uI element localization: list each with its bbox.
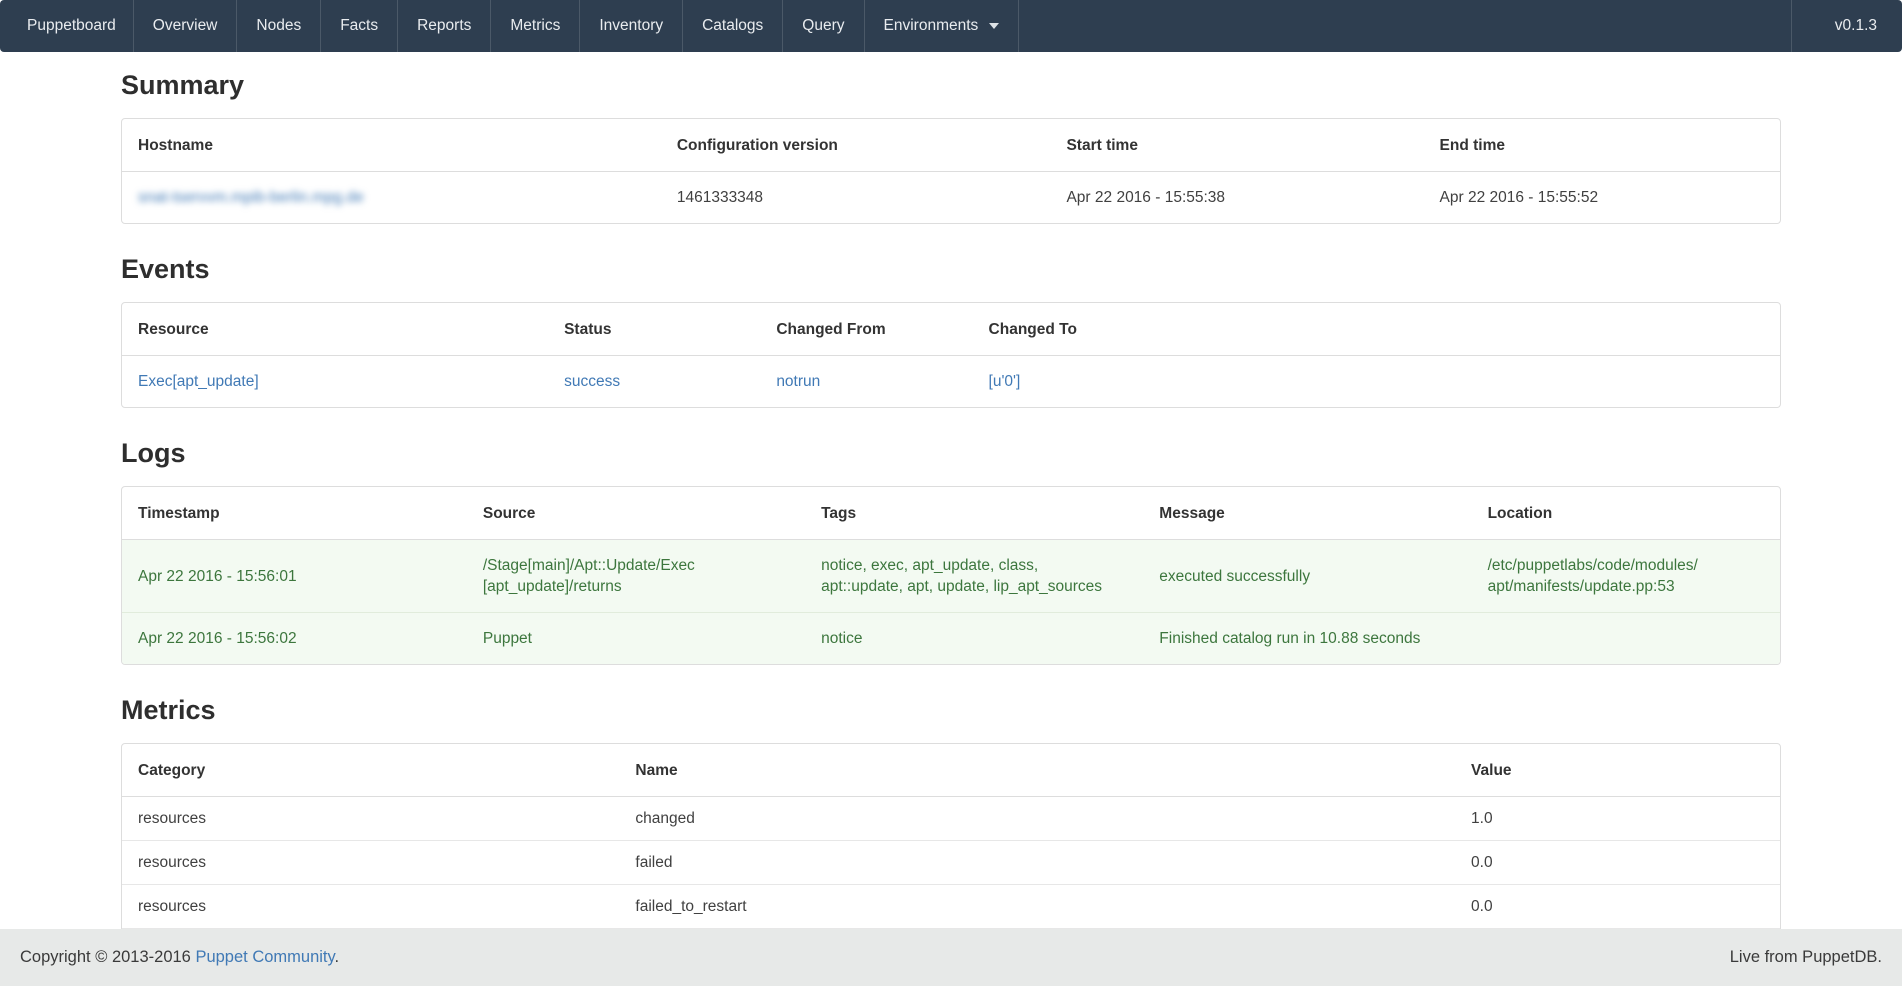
logs-section: Logs Timestamp Source Tags Message Locat…: [121, 437, 1781, 665]
metric-value: 0.0: [1455, 841, 1780, 885]
copyright-suffix: .: [335, 948, 340, 966]
log-timestamp: Apr 22 2016 - 15:56:01: [122, 540, 467, 613]
log-timestamp: Apr 22 2016 - 15:56:02: [122, 613, 467, 665]
log-message: Finished catalog run in 10.88 seconds: [1143, 613, 1471, 665]
metrics-heading: Metrics: [121, 694, 1781, 726]
metric-name: failed_to_restart: [619, 885, 1455, 929]
metric-category: resources: [122, 885, 619, 929]
event-changed-to-link[interactable]: [u'0']: [989, 373, 1021, 390]
summary-section: Summary Hostname Configuration version S…: [121, 69, 1781, 224]
metrics-col-name: Name: [619, 744, 1455, 797]
copyright-text: Copyright © 2013-2016 Puppet Community.: [20, 948, 339, 967]
logs-heading: Logs: [121, 437, 1781, 469]
metrics-col-category: Category: [122, 744, 619, 797]
log-source: Puppet: [467, 613, 805, 665]
metric-value: 0.0: [1455, 885, 1780, 929]
events-col-changed-from: Changed From: [760, 303, 972, 356]
metric-value: 1.0: [1455, 797, 1780, 841]
events-section: Events Resource Status Changed From Chan…: [121, 253, 1781, 408]
summary-col-hostname: Hostname: [122, 119, 661, 172]
metric-row: resources failed 0.0: [122, 841, 1780, 885]
metric-category: resources: [122, 797, 619, 841]
summary-table: Hostname Configuration version Start tim…: [122, 119, 1780, 223]
puppet-community-link[interactable]: Puppet Community: [195, 948, 334, 966]
logs-col-message: Message: [1143, 487, 1471, 540]
metrics-section: Metrics Category Name Value resources ch…: [121, 694, 1781, 943]
metric-name: failed: [619, 841, 1455, 885]
logs-col-source: Source: [467, 487, 805, 540]
start-time-value: Apr 22 2016 - 15:55:38: [1050, 172, 1423, 224]
events-col-status: Status: [548, 303, 760, 356]
metrics-col-value: Value: [1455, 744, 1780, 797]
logs-col-tags: Tags: [805, 487, 1143, 540]
end-time-value: Apr 22 2016 - 15:55:52: [1424, 172, 1780, 224]
config-version-value: 1461333348: [661, 172, 1051, 224]
navbar: Puppetboard Overview Nodes Facts Reports…: [0, 0, 1902, 52]
metric-row: resources failed_to_restart 0.0: [122, 885, 1780, 929]
event-changed-from-link[interactable]: notrun: [776, 373, 820, 390]
logs-col-location: Location: [1472, 487, 1780, 540]
log-row: Apr 22 2016 - 15:56:02 Puppet notice Fin…: [122, 613, 1780, 665]
log-tags: notice, exec, apt_update, class, apt::up…: [821, 555, 1121, 597]
events-col-changed-to: Changed To: [973, 303, 1780, 356]
summary-col-end-time: End time: [1424, 119, 1780, 172]
summary-col-start-time: Start time: [1050, 119, 1423, 172]
nav-item-inventory[interactable]: Inventory: [580, 0, 683, 52]
environments-dropdown[interactable]: Environments: [865, 0, 1020, 52]
summary-col-config-version: Configuration version: [661, 119, 1051, 172]
copyright-prefix: Copyright © 2013-2016: [20, 948, 195, 966]
events-col-resource: Resource: [122, 303, 548, 356]
log-source: /Stage[main]/Apt::Update/Exec[apt_update…: [483, 555, 699, 597]
events-heading: Events: [121, 253, 1781, 285]
nav-item-overview[interactable]: Overview: [134, 0, 238, 52]
nav-item-metrics[interactable]: Metrics: [491, 0, 580, 52]
puppetdb-status-text: Live from PuppetDB.: [1730, 948, 1882, 967]
log-message: executed successfully: [1143, 540, 1471, 613]
chevron-down-icon: [989, 23, 999, 29]
nav-item-catalogs[interactable]: Catalogs: [683, 0, 783, 52]
logs-col-timestamp: Timestamp: [122, 487, 467, 540]
event-row: Exec[apt_update] success notrun [u'0']: [122, 356, 1780, 408]
log-tags: notice: [805, 613, 1143, 665]
nav-item-query[interactable]: Query: [783, 0, 864, 52]
event-resource-link[interactable]: Exec[apt_update]: [138, 373, 259, 390]
metric-name: changed: [619, 797, 1455, 841]
summary-heading: Summary: [121, 69, 1781, 101]
log-row: Apr 22 2016 - 15:56:01 /Stage[main]/Apt:…: [122, 540, 1780, 613]
logs-table: Timestamp Source Tags Message Location A…: [122, 487, 1780, 664]
version-link[interactable]: v0.1.3: [1791, 0, 1902, 52]
navbar-brand[interactable]: Puppetboard: [0, 0, 134, 52]
summary-row: snat-tservvm.mpib-berlin.mpg.de 14613333…: [122, 172, 1780, 224]
nav-item-nodes[interactable]: Nodes: [237, 0, 321, 52]
navbar-spacer: [1019, 0, 1790, 52]
footer: Copyright © 2013-2016 Puppet Community. …: [0, 929, 1902, 986]
log-location: [1472, 613, 1780, 665]
events-table: Resource Status Changed From Changed To …: [122, 303, 1780, 407]
metric-row: resources changed 1.0: [122, 797, 1780, 841]
event-status-link[interactable]: success: [564, 373, 620, 390]
metric-category: resources: [122, 841, 619, 885]
log-location: /etc/puppetlabs/code/modules/apt/manifes…: [1488, 555, 1704, 597]
nav-item-facts[interactable]: Facts: [321, 0, 398, 52]
nav-item-reports[interactable]: Reports: [398, 0, 491, 52]
report-page: Summary Hostname Configuration version S…: [0, 69, 1902, 986]
hostname-link[interactable]: snat-tservvm.mpib-berlin.mpg.de: [138, 189, 364, 206]
metrics-table: Category Name Value resources changed 1.…: [122, 744, 1780, 928]
environments-dropdown-label: Environments: [884, 17, 979, 35]
